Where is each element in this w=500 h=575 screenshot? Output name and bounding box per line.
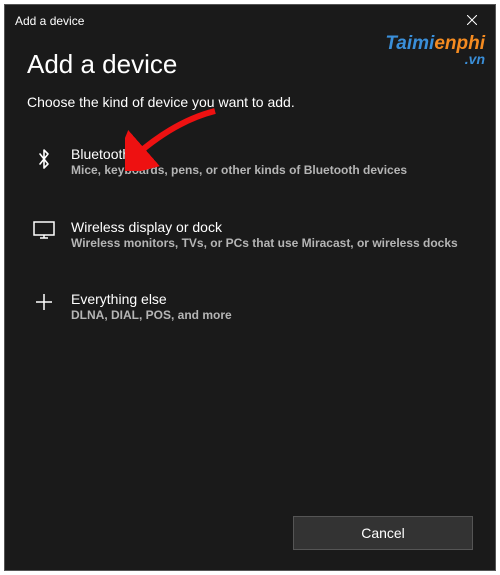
titlebar: Add a device xyxy=(5,5,495,37)
option-title: Bluetooth xyxy=(71,146,469,162)
option-title: Wireless display or dock xyxy=(71,219,469,235)
page-subtitle: Choose the kind of device you want to ad… xyxy=(27,94,473,110)
close-icon xyxy=(467,12,477,30)
option-wireless-display[interactable]: Wireless display or dock Wireless monito… xyxy=(27,211,473,260)
option-bluetooth[interactable]: Bluetooth Mice, keyboards, pens, or othe… xyxy=(27,138,473,187)
close-button[interactable] xyxy=(449,5,495,37)
option-everything-else[interactable]: Everything else DLNA, DIAL, POS, and mor… xyxy=(27,283,473,332)
cancel-button[interactable]: Cancel xyxy=(293,516,473,550)
option-title: Everything else xyxy=(71,291,469,307)
page-title: Add a device xyxy=(27,49,473,80)
bluetooth-icon xyxy=(31,148,57,170)
option-desc: Mice, keyboards, pens, or other kinds of… xyxy=(71,163,469,179)
option-desc: Wireless monitors, TVs, or PCs that use … xyxy=(71,236,469,252)
titlebar-title: Add a device xyxy=(15,14,84,28)
add-device-dialog: Add a device Add a device Choose the kin… xyxy=(4,4,496,571)
plus-icon xyxy=(31,293,57,311)
option-desc: DLNA, DIAL, POS, and more xyxy=(71,308,469,324)
dialog-footer: Cancel xyxy=(5,516,495,570)
monitor-icon xyxy=(31,221,57,239)
dialog-content: Add a device Choose the kind of device y… xyxy=(5,37,495,516)
